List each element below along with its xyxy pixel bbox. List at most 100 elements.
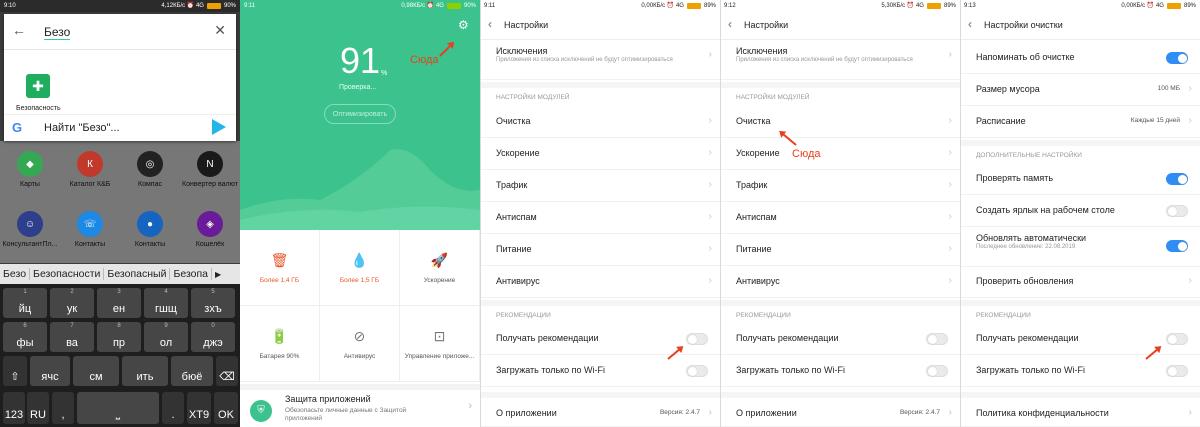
privacy-row[interactable]: Политика конфиденциальности › <box>960 392 1200 427</box>
keyboard-key[interactable]: OK <box>214 392 238 424</box>
back-icon[interactable]: ‹ <box>968 17 972 31</box>
keyboard-key[interactable]: , <box>52 392 74 424</box>
feature-cell[interactable]: ⊘ Антивирус <box>320 306 400 382</box>
module-row[interactable]: Питание › <box>480 234 720 266</box>
schedule-row[interactable]: Расписание Каждые 15 дней › <box>960 106 1200 138</box>
wifi-only-row[interactable]: Загружать только по Wi-Fi <box>720 355 960 387</box>
feature-cell[interactable]: 🚀 Ускорение <box>400 230 480 306</box>
find-row[interactable]: G Найти "Безо"... <box>4 114 236 141</box>
app-protection-card[interactable]: ⛨ Защита приложений Обезопасьте личные д… <box>240 384 480 427</box>
check-memory-toggle[interactable] <box>1166 173 1188 185</box>
remind-toggle[interactable] <box>1166 52 1188 64</box>
wifi-only-toggle[interactable] <box>686 365 708 377</box>
module-row[interactable]: Ускорение › <box>480 138 720 170</box>
suggestion-item[interactable]: Безопасный <box>104 268 171 280</box>
module-row[interactable]: Ускорение › <box>720 138 960 170</box>
app-tile[interactable]: ☺ КонсультантПл... <box>0 211 60 248</box>
back-icon[interactable]: ‹ <box>488 17 492 31</box>
keyboard-key[interactable]: 8 пр <box>97 322 141 352</box>
wifi-only-toggle[interactable] <box>926 365 948 377</box>
get-recommendations-row[interactable]: Получать рекомендации <box>960 323 1200 355</box>
keyboard-key[interactable]: . <box>162 392 184 424</box>
keyboard-key[interactable]: ить <box>122 356 168 386</box>
security-app-icon[interactable]: ✚ <box>26 74 50 98</box>
suggestion-item[interactable]: Безопасности <box>30 268 105 280</box>
keyboard-key[interactable]: 7 ва <box>50 322 94 352</box>
feature-cell[interactable]: 🔋 Батарея 90% <box>240 306 320 382</box>
search-input[interactable]: Безо <box>44 25 71 40</box>
keyboard-key[interactable]: 123 <box>3 392 25 424</box>
keyboard-key[interactable]: 0 джэ <box>191 322 235 352</box>
recommendations-toggle[interactable] <box>686 333 708 345</box>
keyboard-key[interactable]: RU <box>27 392 49 424</box>
recommendations-toggle[interactable] <box>926 333 948 345</box>
wifi-only-row[interactable]: Загружать только по Wi-Fi <box>480 355 720 387</box>
key-letters: фы <box>16 337 34 349</box>
app-tile[interactable]: ◆ Карты <box>0 151 60 188</box>
optimize-button[interactable]: Оптимизировать <box>324 104 396 124</box>
feature-cell[interactable]: 🗑 Более 1,4 ГБ <box>240 230 320 306</box>
wifi-only-row[interactable]: Загружать только по Wi-Fi <box>960 355 1200 387</box>
exceptions-row[interactable]: Исключения Приложения из списка исключен… <box>480 40 720 80</box>
auto-update-toggle[interactable] <box>1166 240 1188 252</box>
get-recommendations-row[interactable]: Получать рекомендации <box>720 323 960 355</box>
auto-update-row[interactable]: Обновлять автоматически Последнее обновл… <box>960 227 1200 267</box>
feature-cell[interactable]: 💧 Более 1,5 ГБ <box>320 230 400 306</box>
about-row[interactable]: О приложении Версия: 2.4.7 › <box>480 392 720 427</box>
wifi-only-toggle[interactable] <box>1166 365 1188 377</box>
keyboard-key[interactable]: 6 фы <box>3 322 47 352</box>
keyboard-key[interactable]: 1 йц <box>3 288 47 318</box>
keyboard-key[interactable]: 4 гшщ <box>144 288 188 318</box>
keyboard-key[interactable]: ячс <box>30 356 70 386</box>
app-tile[interactable]: ◈ Кошелёк <box>180 211 240 248</box>
back-icon[interactable]: ‹ <box>728 17 732 31</box>
keyboard-key[interactable]: см <box>73 356 119 386</box>
check-memory-row[interactable]: Проверять память <box>960 163 1200 195</box>
keyboard-key[interactable]: ⎵ <box>77 392 159 424</box>
row-label: Получать рекомендации <box>496 333 599 343</box>
keyboard-key[interactable]: 2 ук <box>50 288 94 318</box>
remind-row[interactable]: Напоминать об очистке <box>960 42 1200 74</box>
back-arrow-icon[interactable]: ← <box>12 22 26 38</box>
status-time: 9:11 <box>484 3 496 9</box>
module-row[interactable]: Антивирус › <box>720 266 960 298</box>
keyboard-key[interactable]: 3 ен <box>97 288 141 318</box>
app-tile[interactable]: N Конвертер валют <box>180 151 240 188</box>
app-tile[interactable]: ◎ Компас <box>120 151 180 188</box>
shortcut-row[interactable]: Создать ярлык на рабочем столе <box>960 195 1200 227</box>
keyboard-key[interactable]: XT9 <box>187 392 211 424</box>
trash-size-row[interactable]: Размер мусора 100 МБ › <box>960 74 1200 106</box>
app-tile[interactable]: ● Контакты <box>120 211 180 248</box>
keyboard-key[interactable]: ⇧ <box>3 356 27 386</box>
shortcut-toggle[interactable] <box>1166 205 1188 217</box>
chevron-right-icon: › <box>948 115 952 126</box>
suggestion-item[interactable]: Безо <box>0 268 31 280</box>
next-suggestions-icon[interactable]: ▶ <box>212 270 224 279</box>
app-tile[interactable]: К Каталог К&Б <box>60 151 120 188</box>
keyboard-key[interactable]: 5 зхъ <box>191 288 235 318</box>
suggestion-item[interactable]: Безопа <box>170 268 213 280</box>
exceptions-row[interactable]: Исключения Приложения из списка исключен… <box>720 40 960 80</box>
app-tile[interactable]: ☏ Контакты <box>60 211 120 248</box>
module-row[interactable]: Очистка › <box>720 106 960 138</box>
panel-divider <box>480 0 481 427</box>
exceptions-label: Исключения <box>736 46 788 56</box>
module-row[interactable]: Трафик › <box>720 170 960 202</box>
feature-cell[interactable]: ⊡ Управление приложе... <box>400 306 480 382</box>
keyboard-key[interactable]: ⌫ <box>216 356 238 386</box>
battery-level: 89% <box>943 3 956 9</box>
check-updates-row[interactable]: Проверить обновления › <box>960 266 1200 298</box>
module-row[interactable]: Антиспам › <box>720 202 960 234</box>
module-row[interactable]: Трафик › <box>480 170 720 202</box>
recommendations-toggle[interactable] <box>1166 333 1188 345</box>
keyboard-key[interactable]: 9 ол <box>144 322 188 352</box>
about-row[interactable]: О приложении Версия: 2.4.7 › <box>720 392 960 427</box>
module-row[interactable]: Очистка › <box>480 106 720 138</box>
module-row[interactable]: Антиспам › <box>480 202 720 234</box>
play-store-icon[interactable] <box>212 119 226 135</box>
module-row[interactable]: Антивирус › <box>480 266 720 298</box>
keyboard-key[interactable]: бюё <box>171 356 213 386</box>
module-row[interactable]: Питание › <box>720 234 960 266</box>
close-icon[interactable]: ✕ <box>214 22 226 39</box>
gear-icon[interactable]: ⚙ <box>458 18 469 32</box>
